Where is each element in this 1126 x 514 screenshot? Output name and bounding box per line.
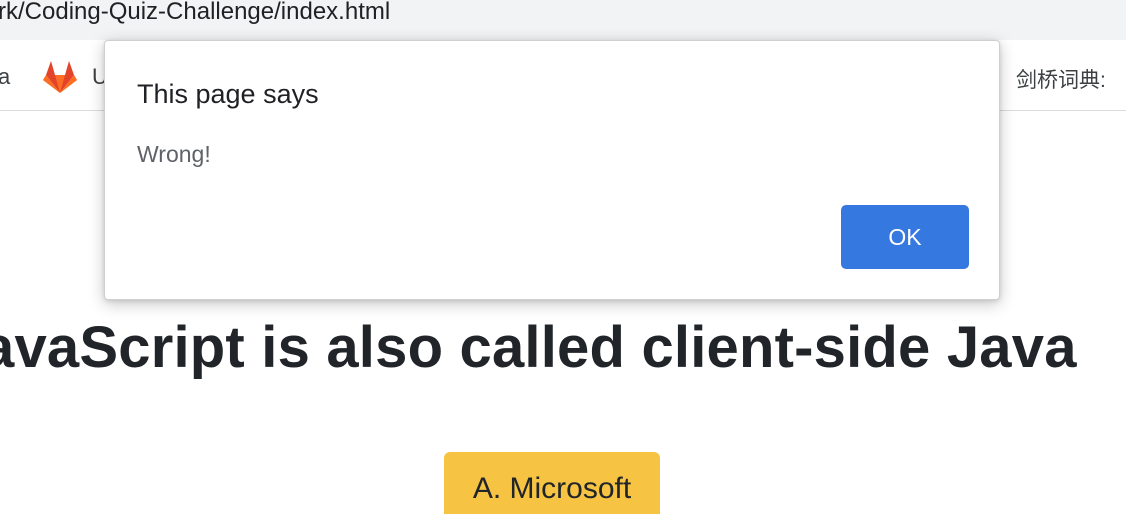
answer-a-button[interactable]: A. Microsoft <box>444 452 660 514</box>
alert-dialog: This page says Wrong! OK <box>104 40 1000 300</box>
dialog-title: This page says <box>137 79 319 109</box>
bookmark-partial-left[interactable]: a <box>0 64 10 90</box>
ok-button[interactable]: OK <box>841 205 969 269</box>
url-text[interactable]: rk/Coding-Quiz-Challenge/index.html <box>0 0 390 26</box>
dialog-message: Wrong! <box>137 141 211 167</box>
address-bar[interactable]: rk/Coding-Quiz-Challenge/index.html <box>0 0 1126 40</box>
browser-window: rk/Coding-Quiz-Challenge/index.html a U … <box>0 0 1126 514</box>
question-heading: avaScript is also called client-side Jav… <box>0 315 1077 380</box>
gitlab-icon[interactable] <box>42 60 78 94</box>
bookmark-cambridge-dictionary[interactable]: 剑桥词典: <box>1016 64 1106 94</box>
